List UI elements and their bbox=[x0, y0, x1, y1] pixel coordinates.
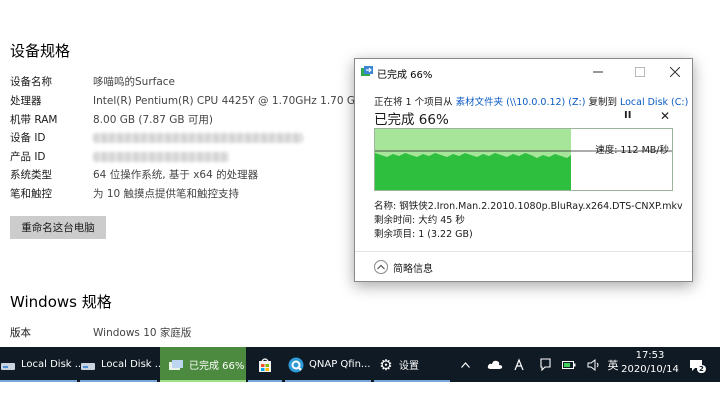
destination-link[interactable]: Local Disk (C:) bbox=[620, 97, 688, 108]
file-name-line: 名称: 钢铁侠2.Iron.Man.2.2010.1080p.BluRay.x2… bbox=[374, 201, 683, 212]
device-specs-title: 设备规格 bbox=[10, 42, 71, 60]
spec-row-system-type: 系统类型 64 位操作系统, 基于 x64 的处理器 bbox=[10, 165, 258, 184]
taskbar-app-label: 设置 bbox=[399, 361, 419, 372]
spec-label: 产品 ID bbox=[10, 151, 46, 163]
time-remaining-line: 剩余时间: 大约 45 秒 bbox=[374, 215, 465, 226]
spec-row-pen-touch: 笔和触控 为 10 触摸点提供笔和触控支持 bbox=[10, 184, 239, 203]
speed-graph-svg bbox=[375, 129, 672, 190]
transfer-speed-graph: 速度: 112 MB/秒 bbox=[374, 128, 673, 191]
rename-pc-button[interactable]: 重命名这台电脑 bbox=[10, 216, 106, 239]
source-link[interactable]: 素材文件夹 (\\10.0.0.12) (Z:) bbox=[456, 97, 586, 108]
taskbar: Local Disk ... Local Disk ... 已完成 66% QN… bbox=[0, 347, 720, 382]
battery-icon[interactable] bbox=[560, 347, 578, 382]
maximize-icon bbox=[635, 67, 645, 77]
spec-label: 设备 ID bbox=[10, 132, 46, 144]
spec-row-edition: 版本 Windows 10 家庭版 bbox=[10, 323, 191, 342]
spec-row-product-id: 产品 ID bbox=[10, 147, 229, 166]
qnap-icon bbox=[288, 357, 304, 372]
items-remaining-line: 剩余项目: 1 (3.22 GB) bbox=[374, 229, 473, 240]
volume-icon[interactable] bbox=[585, 347, 603, 382]
spec-label: 处理器 bbox=[10, 95, 42, 107]
redacted-device-id bbox=[93, 132, 303, 143]
pause-button[interactable]: II bbox=[624, 110, 631, 121]
spec-row-ram: 机带 RAM 8.00 GB (7.87 GB 可用) bbox=[10, 110, 213, 129]
minimize-button[interactable] bbox=[585, 63, 611, 81]
clock-time: 17:53 bbox=[635, 350, 665, 361]
copy-middle: 复制到 bbox=[585, 97, 620, 108]
percent-heading: 已完成 66% bbox=[374, 112, 449, 128]
message-icon[interactable] bbox=[536, 347, 554, 382]
copy-progress-icon bbox=[361, 66, 373, 76]
spec-value: 64 位操作系统, 基于 x64 的处理器 bbox=[93, 169, 259, 181]
spec-row-processor: 处理器 Intel(R) Pentium(R) CPU 4425Y @ 1.70… bbox=[10, 91, 368, 110]
drive-icon bbox=[81, 362, 95, 370]
spec-value: Windows 10 家庭版 bbox=[93, 327, 192, 339]
spec-row-device-id: 设备 ID bbox=[10, 128, 303, 147]
spec-value: 哆喵鸣的Surface bbox=[93, 76, 176, 88]
spec-label: 系统类型 bbox=[10, 169, 52, 181]
maximize-button[interactable] bbox=[627, 63, 653, 81]
copy-prefix: 正在将 1 个项目从 bbox=[374, 97, 456, 108]
taskbar-app-label: Local Disk ... bbox=[101, 359, 165, 370]
copy-progress-dialog: 已完成 66% 正在将 1 个项目从 素材文件夹 (\\10.0.0.12) (… bbox=[354, 58, 693, 282]
speed-label: 速度: 112 MB/秒 bbox=[595, 145, 669, 156]
taskbar-app-settings[interactable]: ⚙ 设置 bbox=[374, 347, 450, 382]
dialog-titlebar[interactable]: 已完成 66% bbox=[355, 59, 692, 85]
gear-icon: ⚙ bbox=[379, 355, 393, 374]
minimize-icon bbox=[593, 71, 603, 73]
page-bottom-margin bbox=[0, 382, 720, 415]
spec-value: 为 10 触摸点提供笔和触控支持 bbox=[93, 188, 240, 200]
clock-date: 2020/10/14 bbox=[621, 364, 679, 375]
dialog-footer: 简略信息 bbox=[355, 251, 692, 281]
taskbar-app-label: 已完成 66% bbox=[189, 361, 245, 372]
system-clock[interactable]: 17:53 2020/10/14 bbox=[616, 349, 684, 377]
store-icon bbox=[259, 357, 271, 372]
spec-label: 版本 bbox=[10, 327, 31, 339]
chevron-up-icon[interactable] bbox=[374, 260, 388, 274]
taskbar-app-copy-progress[interactable]: 已完成 66% bbox=[160, 347, 246, 382]
spec-value: 8.00 GB (7.87 GB 可用) bbox=[93, 114, 213, 126]
dialog-title: 已完成 66% bbox=[377, 70, 433, 81]
taskbar-app-local-disk-1[interactable]: Local Disk ... bbox=[0, 347, 84, 382]
notification-count-badge: 2 bbox=[697, 365, 706, 373]
windows-specs-title: Windows 规格 bbox=[10, 293, 112, 311]
action-center-button[interactable]: 2 bbox=[686, 347, 706, 382]
taskbar-app-label: Local Disk ... bbox=[21, 359, 85, 370]
spec-label: 机带 RAM bbox=[10, 114, 58, 126]
taskbar-app-local-disk-2[interactable]: Local Disk ... bbox=[80, 347, 164, 382]
less-info-button[interactable]: 简略信息 bbox=[393, 260, 433, 275]
spec-row-device-name: 设备名称 哆喵鸣的Surface bbox=[10, 72, 175, 91]
spec-value: Intel(R) Pentium(R) CPU 4425Y @ 1.70GHz … bbox=[93, 94, 369, 107]
spec-label: 设备名称 bbox=[10, 76, 52, 88]
taskbar-app-label: QNAP Qfin... bbox=[309, 359, 371, 370]
close-window-button[interactable] bbox=[662, 63, 688, 81]
redacted-product-id bbox=[93, 151, 229, 162]
taskbar-app-store[interactable] bbox=[248, 347, 282, 382]
cancel-copy-button[interactable]: ✕ bbox=[660, 109, 670, 123]
spec-label: 笔和触控 bbox=[10, 188, 52, 200]
network-share-icon[interactable] bbox=[510, 347, 528, 382]
close-icon bbox=[670, 67, 680, 77]
chevron-up-icon[interactable] bbox=[458, 347, 472, 382]
dialog-body: 正在将 1 个项目从 素材文件夹 (\\10.0.0.12) (Z:) 复制到 … bbox=[355, 85, 692, 255]
copy-description: 正在将 1 个项目从 素材文件夹 (\\10.0.0.12) (Z:) 复制到 … bbox=[374, 94, 688, 108]
cloud-icon[interactable] bbox=[486, 347, 504, 382]
speed-history-area bbox=[375, 153, 571, 190]
taskbar-app-qnap[interactable]: QNAP Qfin... bbox=[285, 347, 371, 382]
drive-icon bbox=[1, 362, 15, 370]
copy-progress-icon bbox=[169, 359, 183, 370]
